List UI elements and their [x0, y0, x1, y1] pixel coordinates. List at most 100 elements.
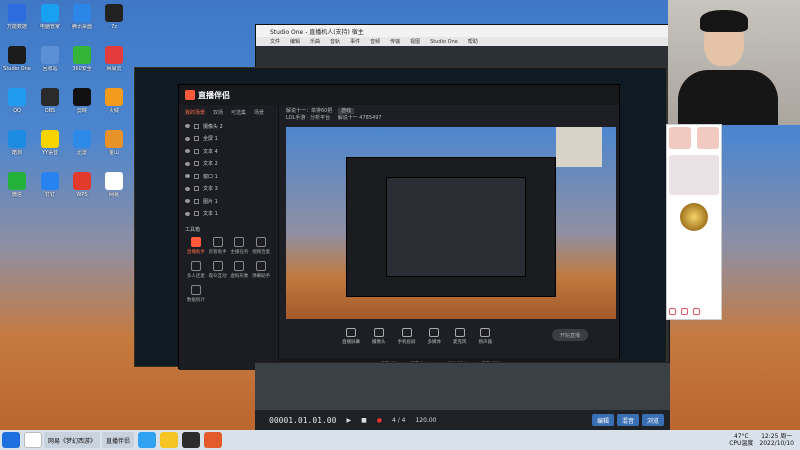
app-icon[interactable]	[182, 432, 201, 448]
desktop-icon[interactable]: 电脑管家	[35, 4, 65, 30]
desktop-icon[interactable]: 剪映	[67, 88, 97, 114]
settings-icon[interactable]	[693, 308, 700, 315]
windows-start-icon[interactable]	[2, 432, 20, 448]
streaming-app-window[interactable]: 直播伴侣 我的场景 双场 可选集 场景 摄像头 2 全屏 1 文本 4 文本 2 窗口 1 文本…	[178, 84, 621, 370]
desktop-icon[interactable]: 网易	[99, 172, 129, 198]
tool-button[interactable]: 数据统计	[185, 285, 207, 303]
video-icon[interactable]	[669, 308, 676, 315]
scene-tab[interactable]: 我的场景	[185, 109, 205, 116]
scene-item[interactable]: 摄像头 2	[179, 120, 278, 133]
lock-icon[interactable]	[194, 173, 199, 179]
start-live-button[interactable]: 开始直播	[552, 329, 588, 341]
folder-icon[interactable]	[160, 432, 179, 448]
menu-item[interactable]: 视图	[410, 38, 420, 45]
scene-item[interactable]: 文本 4	[179, 145, 278, 158]
view-pill[interactable]: 混音	[616, 414, 639, 426]
lock-icon[interactable]	[194, 123, 199, 129]
desktop-icon[interactable]: 万能数据	[2, 4, 32, 30]
heart-icon[interactable]	[681, 308, 688, 315]
control-button[interactable]: 摄像头	[372, 327, 386, 345]
desktop-icon[interactable]: 酷狗	[2, 130, 32, 156]
menu-item[interactable]: 传输	[390, 38, 400, 45]
view-pill[interactable]: 编辑	[591, 414, 614, 426]
tool-button[interactable]: 多人连麦	[185, 261, 207, 279]
lock-icon[interactable]	[194, 161, 199, 167]
play-icon[interactable]: ▶	[346, 417, 351, 424]
menu-item[interactable]: 文件	[270, 38, 280, 45]
scene-item[interactable]: 文本 2	[179, 158, 278, 171]
scene-tab[interactable]: 可选集	[231, 109, 246, 116]
desktop-icon[interactable]: OBS	[35, 88, 65, 114]
view-pill[interactable]: 浏览	[641, 414, 664, 426]
eye-icon[interactable]	[185, 211, 190, 216]
lock-icon[interactable]	[194, 148, 199, 154]
mixer-panel[interactable]	[255, 362, 670, 410]
menu-item[interactable]: 乐曲	[310, 38, 320, 45]
stream-preview[interactable]	[286, 127, 616, 319]
eye-icon[interactable]	[185, 136, 190, 141]
menu-item[interactable]: 音频	[370, 38, 380, 45]
desktop-icon[interactable]: 360安全	[67, 46, 97, 72]
tool-button[interactable]: 弹幕助手	[250, 261, 272, 279]
menu-item[interactable]: 音轨	[330, 38, 340, 45]
taskbar-item[interactable]: 直播伴侣	[102, 432, 135, 448]
eye-icon[interactable]	[185, 186, 190, 191]
control-button[interactable]: 直播屏幕	[342, 327, 360, 345]
clock-date[interactable]: 2022/10/10	[759, 440, 794, 447]
desktop-icon[interactable]: 腾讯桌面	[67, 4, 97, 30]
studio-one-titlebar[interactable]: Studio One - 直播机人(支持) 宿主	[256, 25, 669, 37]
eye-icon[interactable]	[185, 149, 190, 154]
eye-icon[interactable]	[185, 199, 190, 204]
desktop-icon[interactable]: 7z	[99, 4, 129, 30]
scene-tab[interactable]: 双场	[213, 109, 223, 116]
scene-item[interactable]: 文本 3	[179, 183, 278, 196]
eye-icon[interactable]	[185, 161, 190, 166]
desktop-icon[interactable]: 火绒	[99, 88, 129, 114]
scene-item[interactable]: 图片 1	[179, 195, 278, 208]
desktop-icon[interactable]: 回收站	[35, 46, 65, 72]
desktop-icon[interactable]: WPS	[67, 172, 97, 198]
avatar[interactable]	[696, 127, 719, 149]
edge-icon[interactable]	[138, 432, 157, 448]
scene-item[interactable]: 文本 1	[179, 208, 278, 221]
stop-icon[interactable]: ■	[361, 417, 367, 424]
lock-icon[interactable]	[194, 198, 199, 204]
lock-icon[interactable]	[194, 136, 199, 142]
lock-icon[interactable]	[194, 186, 199, 192]
desktop-icon[interactable]: YY语音	[35, 130, 65, 156]
taskbar-item[interactable]: 网易《梦幻西游》	[44, 432, 101, 448]
scene-item[interactable]: 全屏 1	[179, 133, 278, 146]
desktop-icon[interactable]: 网易云	[99, 46, 129, 72]
desktop-icon[interactable]: QQ	[2, 88, 32, 114]
lock-icon[interactable]	[194, 211, 199, 217]
avatar-large[interactable]	[669, 155, 719, 195]
desktop-icon[interactable]: 金山	[99, 130, 129, 156]
tool-button[interactable]: 直播助手	[185, 237, 207, 255]
tool-button[interactable]: 房管助手	[207, 237, 229, 255]
tool-button[interactable]: 观众互动	[207, 261, 229, 279]
search-icon[interactable]	[24, 432, 42, 448]
menu-item[interactable]: 编辑	[290, 38, 300, 45]
streaming-app-icon[interactable]	[204, 432, 223, 448]
menu-item[interactable]: 事件	[350, 38, 360, 45]
tool-button[interactable]: 视频连麦	[250, 237, 272, 255]
menu-item[interactable]: Studio One	[430, 39, 458, 45]
desktop-icon[interactable]: 钉钉	[35, 172, 65, 198]
desktop-icon[interactable]: 微信	[2, 172, 32, 198]
control-button[interactable]: 手机投屏	[398, 327, 416, 345]
scene-item[interactable]: 窗口 1	[179, 170, 278, 183]
tool-button[interactable]: 虚拟形象	[229, 261, 251, 279]
menu-item[interactable]: 帮助	[468, 38, 478, 45]
avatar[interactable]	[669, 127, 691, 149]
eye-icon[interactable]	[185, 124, 190, 129]
control-button[interactable]: 麦克风	[453, 327, 467, 345]
record-icon[interactable]: ●	[377, 417, 382, 424]
tool-button[interactable]: 主播任务	[229, 237, 251, 255]
desktop-icon[interactable]: 迅雷	[67, 130, 97, 156]
control-button[interactable]: 多媒体	[428, 327, 441, 345]
clock-time[interactable]: 12:25 周一	[759, 433, 794, 440]
control-button[interactable]: 扬声器	[479, 327, 492, 345]
desktop-icon[interactable]: Studio One	[2, 46, 32, 72]
scene-tab[interactable]: 场景	[254, 109, 264, 116]
eye-icon[interactable]	[185, 174, 190, 179]
